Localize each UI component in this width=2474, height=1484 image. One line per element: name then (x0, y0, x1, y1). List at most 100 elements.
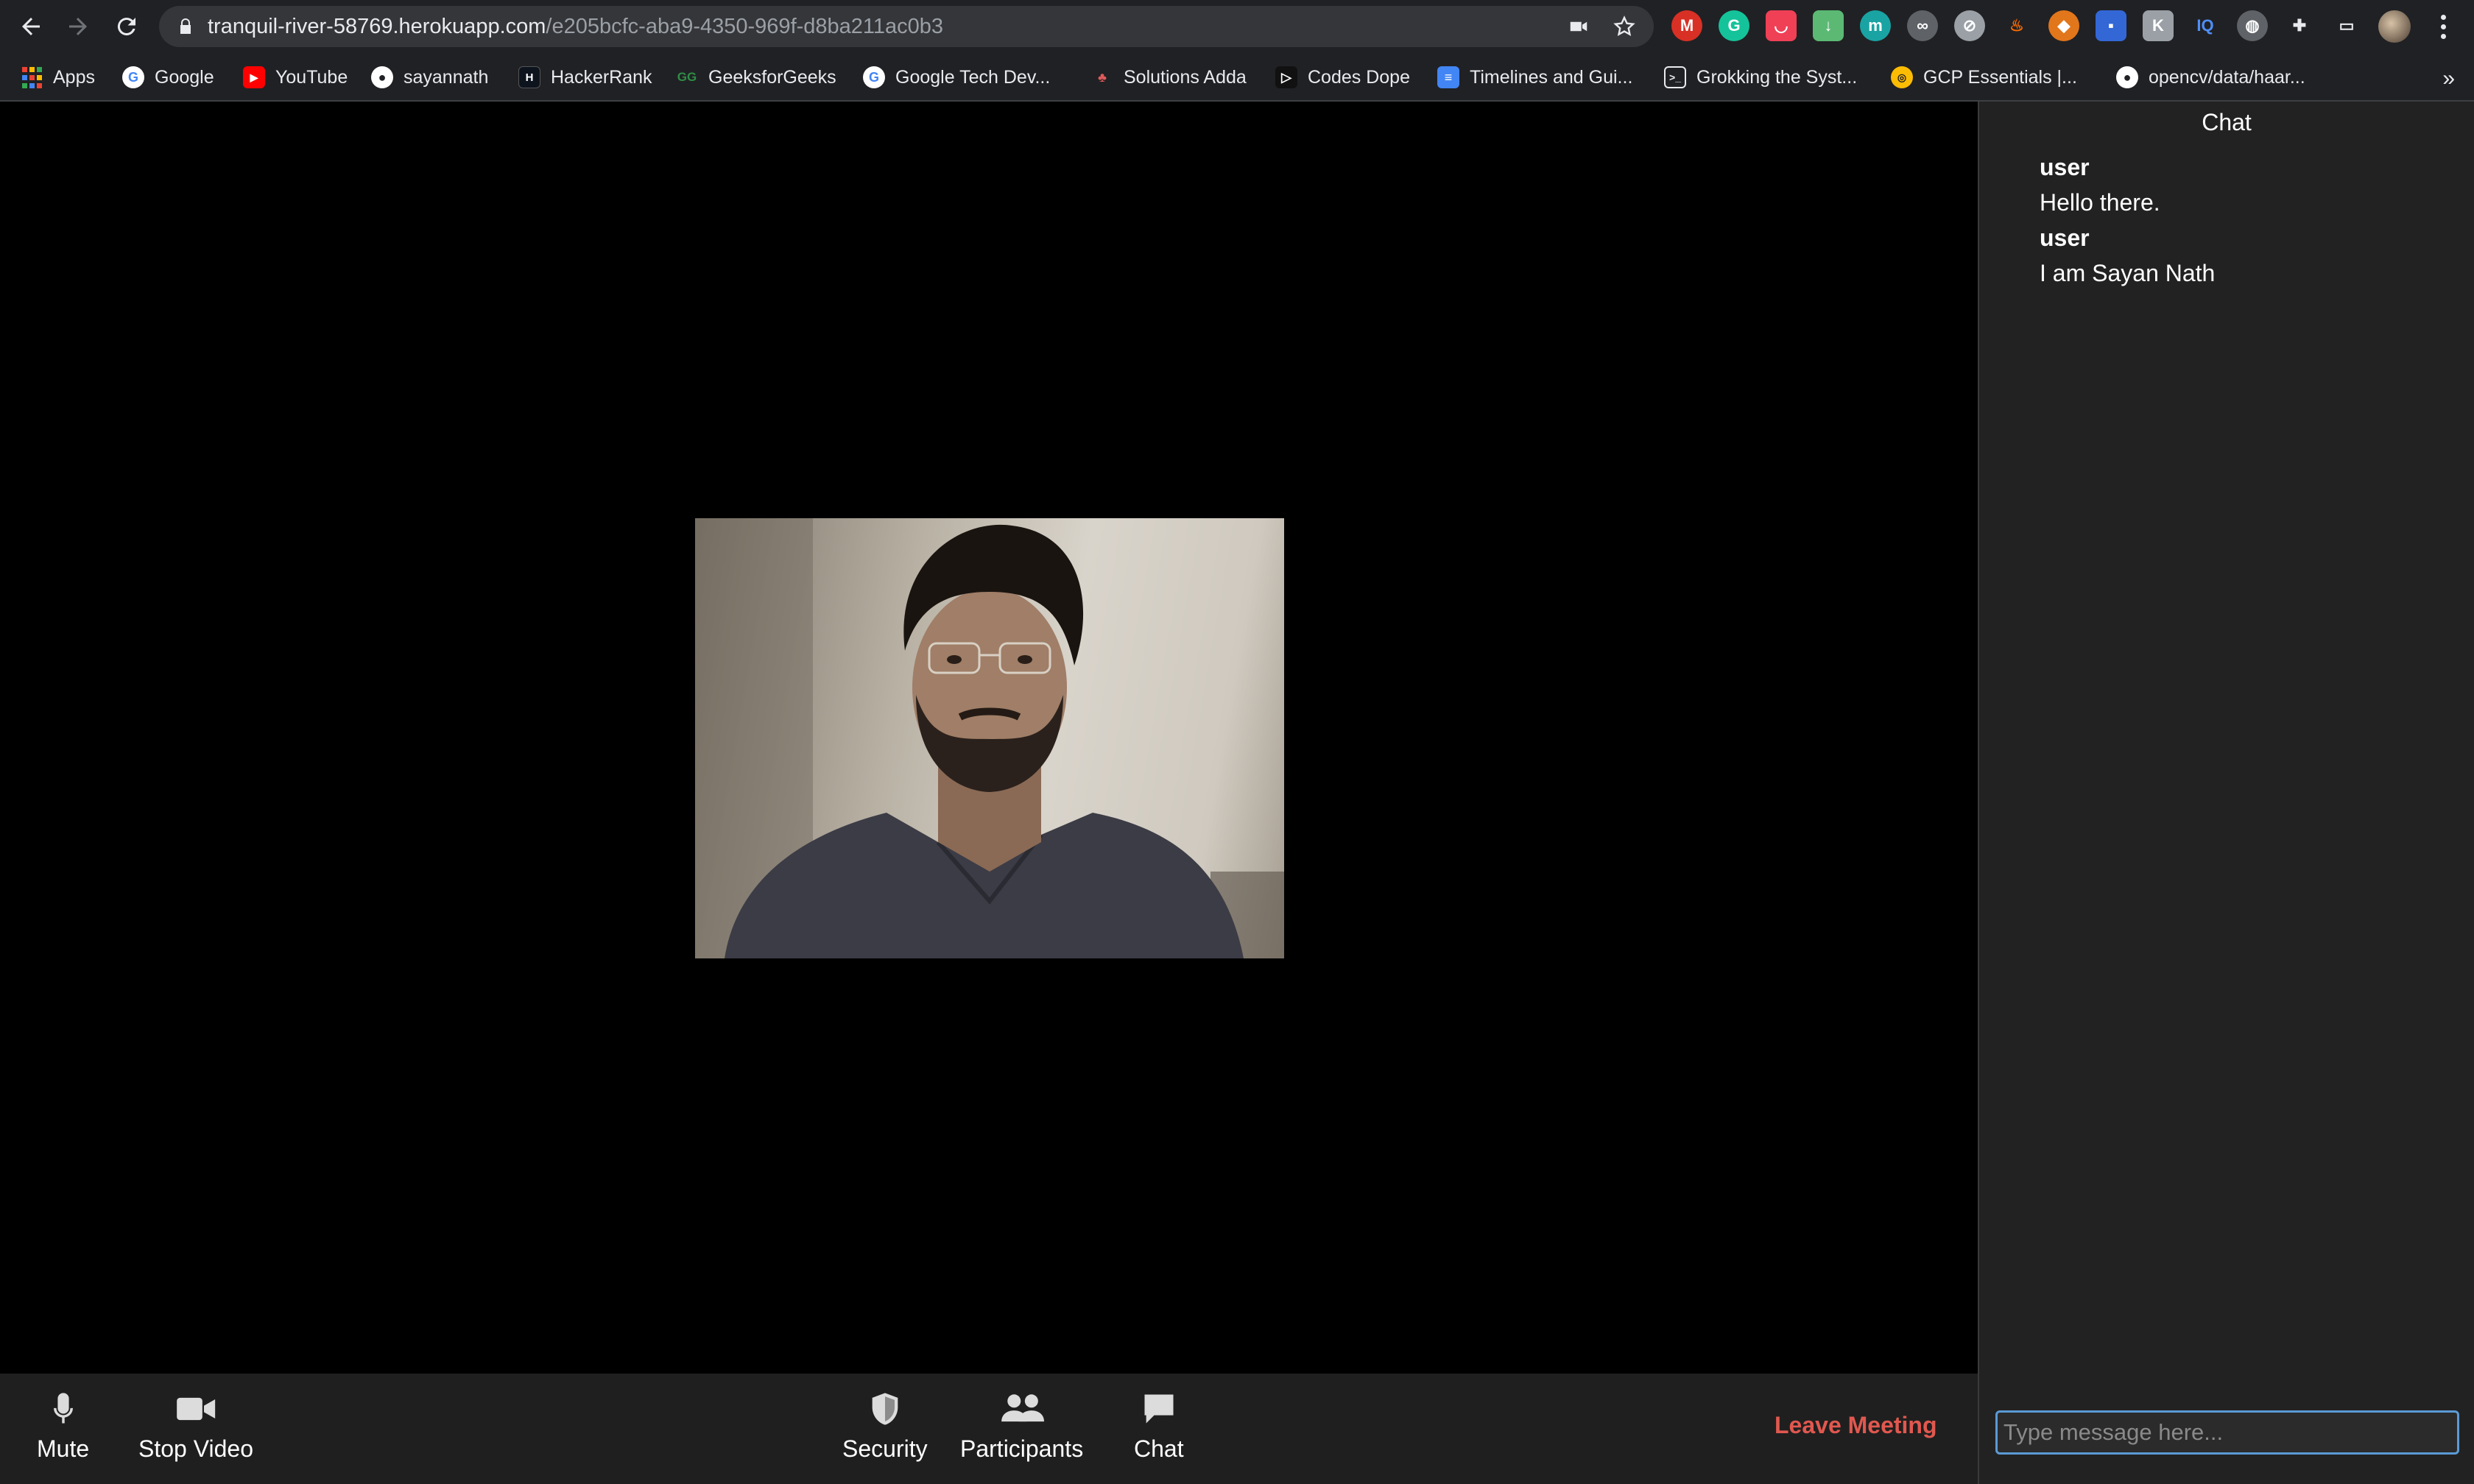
apps-grid-icon (21, 66, 43, 88)
camera-icon[interactable] (1567, 15, 1590, 38)
mute-label: Mute (37, 1435, 90, 1462)
bookmark-label: Timelines and Gui... (1470, 66, 1633, 88)
star-icon[interactable] (1613, 15, 1636, 38)
youtube-icon: ▶ (243, 66, 265, 88)
bookmark-label: Apps (53, 66, 95, 88)
chat-messages: user Hello there. user I am Sayan Nath (2040, 150, 2215, 292)
glasses-extension-icon[interactable]: ∞ (1907, 10, 1938, 41)
microphone-icon (41, 1388, 85, 1430)
solutions-adda-icon: ♣ (1098, 69, 1107, 85)
metamask-extension-icon[interactable]: ◆ (2048, 10, 2079, 41)
shield-icon (863, 1388, 907, 1430)
compass-extension-icon[interactable]: ⊘ (1954, 10, 1985, 41)
m-extension-icon[interactable]: m (1860, 10, 1891, 41)
bookmark-google[interactable]: G Google (122, 53, 214, 102)
leave-meeting-button[interactable]: Leave Meeting (1775, 1412, 1937, 1439)
participant-webcam-image (695, 518, 1284, 958)
globe-extension-icon[interactable]: ◍ (2237, 10, 2268, 41)
bookmark-label: Google (155, 66, 214, 88)
browser-toolbar: tranquil-river-58769.herokuapp.com/e205b… (0, 0, 2474, 53)
bookmark-label: sayannath (403, 66, 489, 88)
k-extension-icon[interactable]: K (2143, 10, 2174, 41)
grammarly-extension-icon[interactable]: G (1719, 10, 1749, 41)
participants-button[interactable]: Participants (960, 1388, 1083, 1463)
message-author: user (2040, 154, 2090, 180)
google-docs-icon: ≡ (1437, 66, 1459, 88)
cast-icon[interactable]: ▭ (2331, 10, 2362, 41)
profile-avatar[interactable] (2378, 10, 2411, 43)
bookmark-sayannath[interactable]: ● sayannath (371, 53, 488, 102)
bookmark-youtube[interactable]: ▶ YouTube (243, 53, 348, 102)
security-button[interactable]: Security (842, 1388, 928, 1463)
bookmark-label: Codes Dope (1308, 66, 1410, 88)
google-icon: G (122, 66, 144, 88)
chat-title: Chat (2202, 109, 2252, 135)
stop-video-label: Stop Video (138, 1435, 253, 1462)
pocket-extension-icon[interactable]: ◡ (1766, 10, 1797, 41)
geeksforgeeks-icon: GG (677, 70, 697, 84)
download-extension-icon[interactable]: ↓ (1813, 10, 1844, 41)
bookmark-label: GCP Essentials |... (1923, 66, 2077, 88)
security-label: Security (842, 1435, 928, 1462)
chat-bubble-icon (1137, 1388, 1181, 1430)
message-text: I am Sayan Nath (2040, 260, 2216, 286)
hackerrank-icon: H (518, 66, 540, 88)
lock-icon (180, 18, 191, 34)
square-extension-icon[interactable]: ▪ (2096, 10, 2126, 41)
bookmarks-bar: Apps G Google ▶ YouTube ● sayannath H Ha… (0, 53, 2474, 102)
bookmark-solutions-adda[interactable]: ♣ Solutions Adda (1091, 53, 1247, 102)
chat-button[interactable]: Chat (1134, 1388, 1184, 1463)
bookmark-gcp-essentials[interactable]: ◎ GCP Essentials |... (1891, 53, 2077, 102)
bookmark-label: Solutions Adda (1124, 66, 1247, 88)
bookmark-hackerrank[interactable]: H HackerRank (518, 53, 652, 102)
participants-icon (1000, 1388, 1044, 1430)
bookmark-opencv[interactable]: ● opencv/data/haar... (2116, 53, 2305, 102)
chat-message: user Hello there. (2040, 150, 2215, 221)
fire-extension-icon[interactable]: ♨ (2001, 10, 2032, 41)
meeting-controls-bar: Mute Stop Video Security Participants Ch… (0, 1374, 1978, 1484)
participant-video (695, 518, 1284, 958)
terminal-icon: >_ (1664, 66, 1686, 88)
meeting-stage (0, 102, 1978, 1374)
message-author: user (2040, 225, 2090, 251)
forward-arrow-icon[interactable] (59, 7, 97, 46)
codes-dope-icon: ▷ (1275, 66, 1297, 88)
gmail-extension-icon[interactable]: M (1671, 10, 1702, 41)
participants-label: Participants (960, 1435, 1084, 1462)
bookmark-label: opencv/data/haar... (2149, 66, 2305, 88)
url-text: tranquil-river-58769.herokuapp.com/e205b… (208, 6, 943, 47)
extensions-area: M G ◡ ↓ m ∞ ⊘ ♨ ◆ ▪ K IQ ◍ ✚ ▭ (1671, 10, 2362, 41)
chat-label: Chat (1134, 1435, 1184, 1462)
message-text: Hello there. (2040, 189, 2160, 216)
bookmark-apps[interactable]: Apps (21, 53, 95, 102)
github-icon: ● (371, 66, 393, 88)
address-bar[interactable]: tranquil-river-58769.herokuapp.com/e205b… (159, 6, 1654, 47)
bookmark-label: Google Tech Dev... (895, 66, 1051, 88)
bookmark-geeksforgeeks[interactable]: GG GeeksforGeeks (676, 53, 836, 102)
back-arrow-icon[interactable] (12, 7, 50, 46)
chat-message: user I am Sayan Nath (2040, 221, 2215, 292)
iq-extension-icon[interactable]: IQ (2190, 10, 2221, 41)
bookmark-label: GeeksforGeeks (708, 66, 836, 88)
bookmark-codes-dope[interactable]: ▷ Codes Dope (1275, 53, 1410, 102)
chat-message-input[interactable] (1995, 1410, 2459, 1455)
bookmark-timelines[interactable]: ≡ Timelines and Gui... (1437, 53, 1632, 102)
google-icon: G (863, 66, 885, 88)
reload-icon[interactable] (108, 7, 146, 46)
bookmark-label: HackerRank (551, 66, 652, 88)
mute-button[interactable]: Mute (37, 1388, 89, 1463)
stop-video-button[interactable]: Stop Video (138, 1388, 253, 1463)
bookmark-label: Grokking the Syst... (1696, 66, 1858, 88)
chat-panel: Chat user Hello there. user I am Sayan N… (1978, 102, 2474, 1484)
video-camera-icon (174, 1388, 218, 1430)
puzzle-extensions-icon[interactable]: ✚ (2284, 10, 2315, 41)
chrome-menu-icon[interactable] (2430, 10, 2456, 43)
url-host: tranquil-river-58769.herokuapp.com (208, 15, 546, 38)
bookmark-google-tech-dev[interactable]: G Google Tech Dev... (863, 53, 1050, 102)
bookmark-label: YouTube (275, 66, 348, 88)
gcp-icon: ◎ (1891, 66, 1913, 88)
url-path: /e205bcfc-aba9-4350-969f-d8ba211ac0b3 (546, 15, 944, 38)
github-icon: ● (2116, 66, 2138, 88)
more-bookmarks-icon[interactable]: » (2442, 66, 2455, 91)
bookmark-grokking[interactable]: >_ Grokking the Syst... (1664, 53, 1857, 102)
